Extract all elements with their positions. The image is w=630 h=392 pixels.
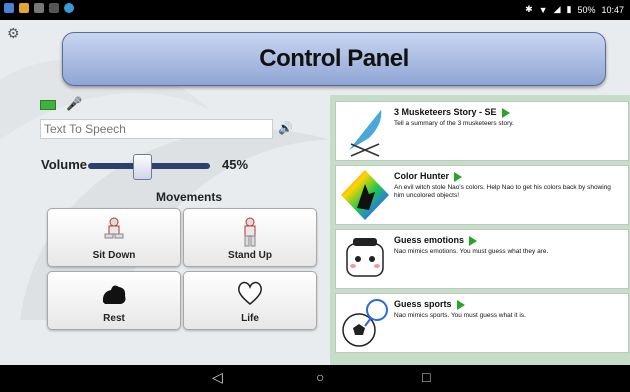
story-description: An evil witch stole Nao's colors. Help N… [394, 184, 611, 199]
story-title: Color Hunter [394, 171, 462, 182]
app-content: ⚙ Control Panel 🎤 🔊 Volume 45% Movements… [0, 20, 630, 365]
rest-button[interactable]: Rest [47, 271, 181, 330]
recent-apps-icon[interactable]: □ [422, 369, 430, 385]
story-item[interactable]: Guess emotions Nao mimics emotions. You … [335, 229, 629, 289]
play-icon[interactable] [456, 299, 465, 310]
play-icon[interactable] [454, 171, 462, 182]
story-title: Guess sports [394, 299, 465, 310]
robot-battery-icon [40, 100, 56, 110]
image-icon [19, 3, 29, 13]
movements-title: Movements [156, 190, 223, 204]
bluetooth-icon: ✱ [525, 4, 533, 14]
stand-up-button[interactable]: Stand Up [183, 208, 317, 267]
navigation-bar: ◁ ○ □ [0, 365, 630, 392]
story-description: Tell a summary of the 3 musketeers story… [394, 120, 514, 127]
back-icon[interactable]: ◁ [212, 369, 223, 386]
robot-face-icon [339, 232, 391, 286]
story-item[interactable]: Color Hunter An evil witch stole Nao's c… [335, 165, 629, 225]
story-item[interactable]: 3 Musketeers Story - SE Tell a summary o… [335, 101, 629, 161]
play-icon[interactable] [469, 235, 478, 246]
story-description: Nao mimics emotions. You must guess what… [394, 248, 549, 255]
sit-down-label: Sit Down [92, 250, 136, 261]
heart-icon [184, 280, 316, 311]
rainbow-witch-icon [339, 168, 391, 222]
volume-label: Volume [41, 157, 87, 172]
battery-percent: 50% [577, 4, 596, 15]
speaker-icon[interactable]: 🔊 [278, 121, 293, 135]
app-icon [4, 3, 14, 13]
robot-standing-icon [184, 217, 316, 252]
wifi-icon: ▼ [538, 4, 548, 15]
life-label: Life [241, 313, 259, 324]
play-icon[interactable] [501, 107, 510, 118]
life-button[interactable]: Life [183, 271, 317, 330]
story-list: 3 Musketeers Story - SE Tell a summary o… [330, 95, 630, 365]
quill-swords-icon [339, 104, 391, 158]
robot-sitting-icon [48, 217, 180, 248]
text-to-speech-input[interactable] [40, 119, 273, 139]
microphone-icon: 🎤 [66, 96, 83, 111]
sports-ball-icon [339, 296, 391, 350]
clock: 10:47 [601, 4, 624, 15]
volume-value: 45% [222, 157, 249, 172]
browser-icon [64, 3, 74, 13]
notification-icon [34, 3, 44, 13]
story-title: 3 Musketeers Story - SE [394, 107, 510, 118]
rest-label: Rest [103, 313, 125, 324]
story-item[interactable]: Guess sports Nao mimics sports. You must… [335, 293, 629, 353]
battery-icon: ▮ [566, 4, 572, 14]
home-icon[interactable]: ○ [316, 369, 324, 385]
story-title: Guess emotions [394, 235, 478, 246]
moon-rest-icon [48, 280, 180, 311]
header-banner: Control Panel [62, 32, 606, 86]
status-bar: ✱ ▼ ◢ ▮ 50% 10:47 [0, 0, 630, 20]
page-title: Control Panel [259, 45, 409, 72]
settings-gear-icon[interactable]: ⚙ [7, 25, 20, 42]
signal-icon: ◢ [553, 4, 561, 14]
stand-up-label: Stand Up [228, 250, 272, 261]
volume-slider-thumb[interactable] [133, 154, 153, 180]
story-description: Nao mimics sports. You must guess what i… [394, 312, 526, 319]
sit-down-button[interactable]: Sit Down [47, 208, 181, 267]
usb-icon [49, 3, 59, 13]
